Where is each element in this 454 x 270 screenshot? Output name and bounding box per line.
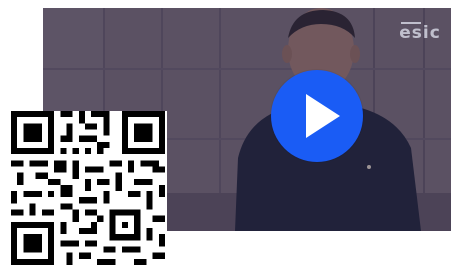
qr-code-icon <box>11 111 165 265</box>
qr-code[interactable] <box>9 111 167 265</box>
brand-logo: esic <box>399 18 441 48</box>
play-icon <box>306 94 340 138</box>
play-button[interactable] <box>271 70 363 162</box>
